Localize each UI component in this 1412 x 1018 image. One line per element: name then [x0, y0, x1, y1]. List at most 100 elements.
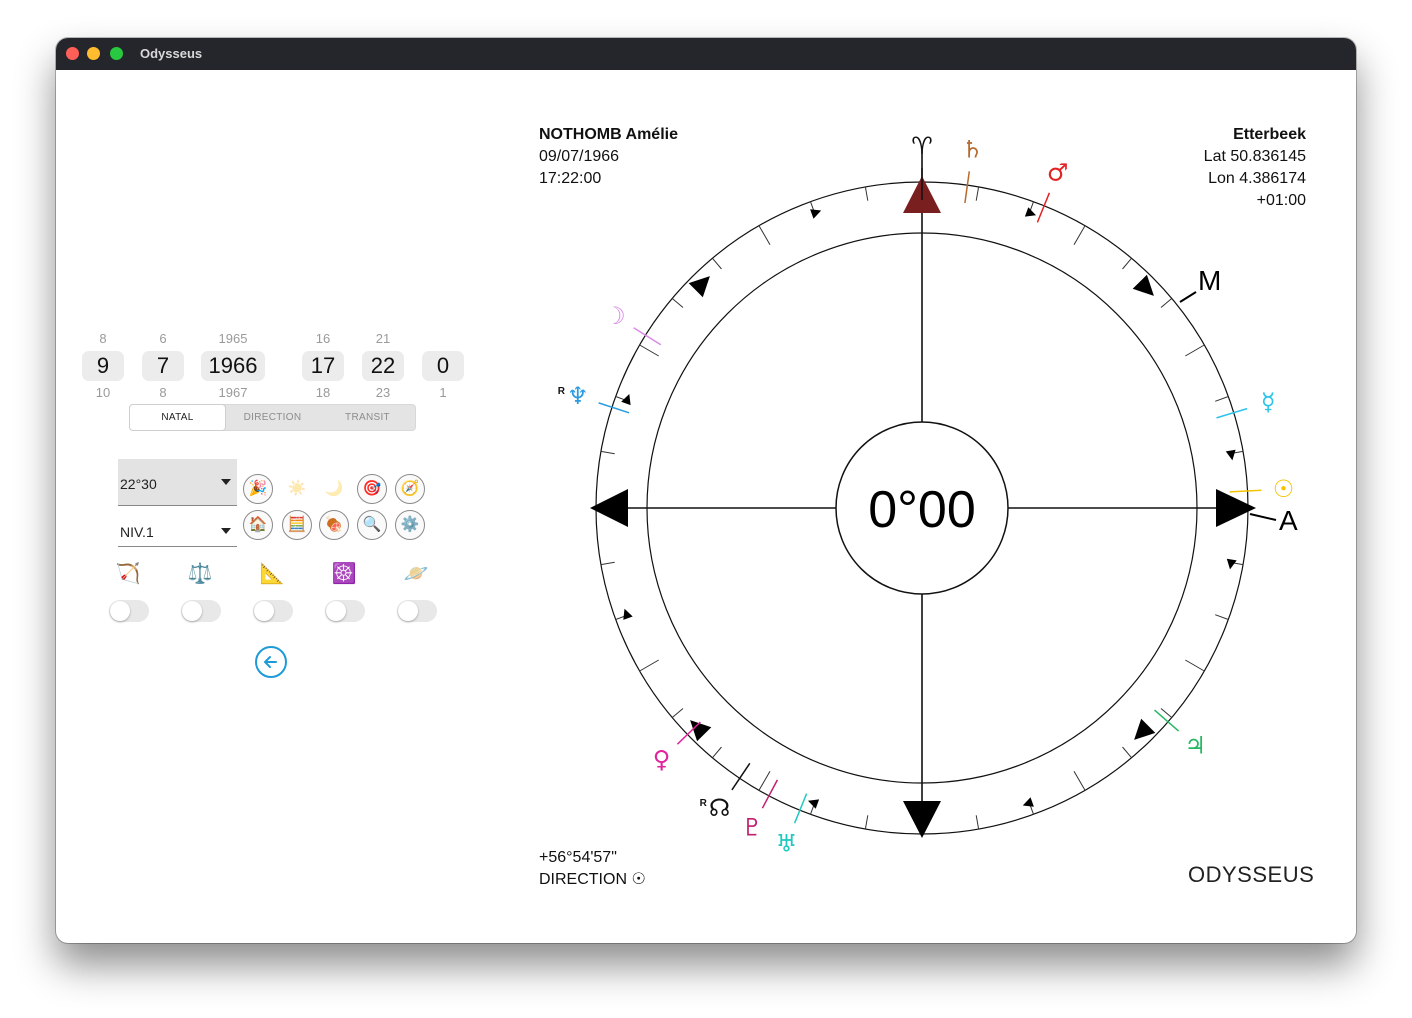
title-bar: Odysseus: [56, 38, 1356, 70]
picker-prev[interactable]: [422, 331, 464, 347]
toggle-switch-wheel[interactable]: [325, 600, 365, 622]
picker-next[interactable]: 1: [422, 385, 464, 401]
picker-current[interactable]: 9: [82, 351, 124, 381]
month-picker[interactable]: 6 7 8: [142, 331, 184, 401]
tick-mark: [639, 344, 659, 357]
moon-icon[interactable]: 🌙: [319, 474, 349, 504]
maximize-window-button[interactable]: [110, 47, 123, 60]
sign-arrow: [688, 276, 710, 298]
picker-next[interactable]: 23: [362, 385, 404, 401]
picker-next[interactable]: 1967: [201, 385, 265, 401]
picker-current[interactable]: 1966: [201, 351, 265, 381]
second-picker[interactable]: 0 1: [422, 331, 464, 401]
toggle-switch-ruler[interactable]: [253, 600, 293, 622]
chevron-down-icon: [221, 479, 231, 485]
minimize-window-button[interactable]: [87, 47, 100, 60]
tick-mark: [1160, 708, 1173, 718]
retrograde-label: R: [700, 798, 708, 809]
sign-arrow: [1226, 558, 1237, 570]
mars-glyph[interactable]: ♂: [1047, 158, 1069, 186]
saturn-marker: [964, 171, 971, 204]
picker-current[interactable]: 22: [362, 351, 404, 381]
toggle-switch-scales[interactable]: [181, 600, 221, 622]
picker-prev[interactable]: 6: [142, 331, 184, 347]
house-icon[interactable]: 🏠: [243, 510, 273, 540]
node-glyph[interactable]: ☊: [709, 794, 730, 822]
picker-prev[interactable]: 16: [302, 331, 344, 347]
picker-next[interactable]: 8: [142, 385, 184, 401]
picker-current[interactable]: 7: [142, 351, 184, 381]
target-icon[interactable]: 🎯: [357, 474, 387, 504]
level-select[interactable]: NIV.1: [118, 516, 237, 547]
east-arrow: [1216, 489, 1256, 527]
scales-icon: ⚖️: [187, 563, 213, 585]
sign-arrow: [690, 720, 712, 742]
triangle-ruler-icon: 📐: [259, 563, 285, 585]
arrow-left-icon: [264, 656, 277, 668]
abacus-icon[interactable]: 🧮: [282, 510, 312, 540]
saturn-glyph[interactable]: ♄: [962, 136, 984, 164]
ringed-planet-icon: 🪐: [403, 563, 429, 585]
tick-mark: [1215, 614, 1229, 620]
party-popper-icon[interactable]: 🎉: [243, 474, 273, 504]
tick-mark: [712, 257, 722, 270]
sign-arrow: [1134, 718, 1156, 740]
tick-mark: [975, 186, 980, 201]
tab-natal[interactable]: NATAL: [130, 405, 225, 430]
toggle-switch-bow[interactable]: [109, 600, 149, 622]
picker-next[interactable]: 18: [302, 385, 344, 401]
picker-current[interactable]: 0: [422, 351, 464, 381]
picker-prev[interactable]: 8: [82, 331, 124, 347]
tick-mark: [864, 186, 869, 201]
tick-mark: [864, 815, 869, 830]
center-angle-label: 0°00: [868, 481, 976, 539]
toggle-switch-planet[interactable]: [397, 600, 437, 622]
tick-mark: [758, 225, 771, 245]
neptune-glyph[interactable]: ♆: [567, 382, 589, 410]
mc-label: M: [1198, 265, 1221, 296]
tab-transit[interactable]: TRANSIT: [320, 405, 415, 430]
picker-prev[interactable]: 21: [362, 331, 404, 347]
window-title: Odysseus: [140, 46, 203, 61]
jupiter-glyph[interactable]: ♃: [1184, 732, 1206, 760]
magnifier-icon[interactable]: 🔍: [357, 510, 387, 540]
year-picker[interactable]: 1965 1966 1967: [201, 331, 265, 401]
tick-mark: [671, 298, 684, 308]
close-window-button[interactable]: [66, 47, 79, 60]
tick-mark: [639, 659, 659, 672]
level-select-value: NIV.1: [120, 524, 154, 540]
picker-prev[interactable]: 1965: [201, 331, 265, 347]
minute-picker[interactable]: 21 22 23: [362, 331, 404, 401]
picker-next[interactable]: 10: [82, 385, 124, 401]
gear-icon[interactable]: ⚙️: [395, 510, 425, 540]
sun-glyph[interactable]: ☉: [1273, 475, 1295, 503]
tick-mark: [1160, 298, 1173, 308]
orb-select-value: 22°30: [120, 476, 157, 492]
mode-segmented-control: NATAL DIRECTION TRANSIT: [129, 404, 416, 431]
asc-label: A: [1279, 505, 1298, 536]
tick-mark: [1122, 746, 1132, 759]
moon-glyph[interactable]: ☽: [604, 302, 626, 330]
compass-icon[interactable]: 🧭: [395, 474, 425, 504]
uranus-glyph[interactable]: ♅: [776, 830, 798, 858]
moon-marker: [633, 327, 662, 346]
pluto-glyph[interactable]: ♇: [741, 814, 763, 842]
asc-tick: [1249, 513, 1277, 521]
picker-current[interactable]: 17: [302, 351, 344, 381]
back-button[interactable]: [255, 646, 287, 678]
mercury-glyph[interactable]: ☿: [1261, 388, 1276, 416]
tick-mark: [1073, 225, 1086, 245]
tab-direction[interactable]: DIRECTION: [225, 405, 320, 430]
venus-glyph[interactable]: ♀: [653, 746, 671, 774]
retrograde-label: R: [558, 386, 566, 397]
orb-select[interactable]: 22°30: [118, 459, 237, 506]
aries-glyph[interactable]: ♈: [911, 132, 933, 160]
sign-arrow: [810, 209, 822, 219]
day-picker[interactable]: 8 9 10: [82, 331, 124, 401]
node-marker: [731, 762, 751, 791]
hour-picker[interactable]: 16 17 18: [302, 331, 344, 401]
sun-icon[interactable]: ☀️: [282, 474, 312, 504]
sign-arrow: [1022, 797, 1034, 807]
meat-icon[interactable]: 🍖: [319, 510, 349, 540]
astro-chart-wheel: 0°00 M A ♈ ♄♂☽♆R ☿☉♀☊R♇♅♃: [558, 132, 1298, 858]
